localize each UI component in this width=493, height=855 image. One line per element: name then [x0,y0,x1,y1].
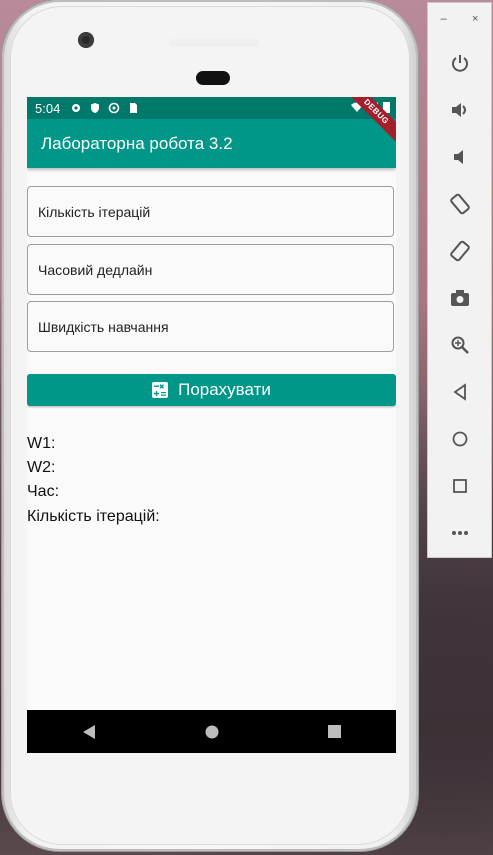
rotate-left-icon [449,193,470,215]
more-icon [451,531,468,535]
navigation-bar [27,710,396,753]
phone-top-bar [169,39,259,47]
volume-down-button[interactable] [428,143,491,171]
screenshot-button[interactable] [428,284,491,312]
overview-button[interactable] [428,472,491,500]
shield-icon [91,103,100,113]
iterations-placeholder: Кількість ітерацій [38,203,151,220]
iterations-field[interactable]: Кількість ітерацій [27,186,394,237]
rotate-left-button[interactable] [428,190,491,218]
earpiece-speaker [196,71,230,85]
emulator-window-controls: – × [428,3,491,37]
deadline-field[interactable]: Часовий дедлайн [27,244,394,295]
volume-up-icon [451,103,466,117]
deadline-placeholder: Часовий дедлайн [38,261,153,278]
front-camera [78,32,94,48]
rotate-right-icon [449,240,470,262]
app-screen: 5:04 Лабораторна робота 3.2 DEBUG Кількі… [27,97,396,753]
result-w2: W2: [27,459,56,476]
calculate-button[interactable]: Порахувати [27,374,396,406]
data-saver-icon [109,102,120,114]
home-icon [452,431,467,447]
result-iterations: Кількість ітерацій: [27,508,160,525]
sd-card-icon [130,103,138,113]
status-time: 5:04 [35,100,61,116]
volume-up-button[interactable] [428,96,491,124]
learning-rate-placeholder: Швидкість навчання [38,318,169,335]
home-nav-icon[interactable] [205,725,219,739]
rotate-right-button[interactable] [428,237,491,265]
result-time: Час: [27,483,60,500]
home-button[interactable] [428,425,491,453]
power-icon [451,55,468,72]
more-button[interactable] [428,519,491,547]
status-bar: 5:04 [27,97,396,119]
back-icon [452,383,466,401]
learning-rate-field[interactable]: Швидкість навчання [27,301,394,352]
page-title: Лабораторна робота 3.2 [41,133,233,153]
back-button[interactable] [428,378,491,406]
calculator-icon [152,382,169,398]
overview-nav-icon[interactable] [328,725,342,738]
zoom-icon [451,336,469,354]
result-w1: W1: [27,435,56,452]
close-button[interactable]: × [472,13,478,37]
zoom-button[interactable] [428,331,491,359]
minimize-button[interactable]: – [441,13,447,37]
power-button[interactable] [428,49,491,77]
volume-down-icon [453,150,463,164]
settings-icon [72,104,81,112]
app-bar: Лабораторна робота 3.2 [27,119,396,168]
back-nav-icon[interactable] [82,724,96,740]
screenshot-icon [450,290,469,306]
emulator-toolbar: – × [427,2,492,558]
calculate-label: Порахувати [178,380,271,399]
overview-icon [452,479,467,493]
